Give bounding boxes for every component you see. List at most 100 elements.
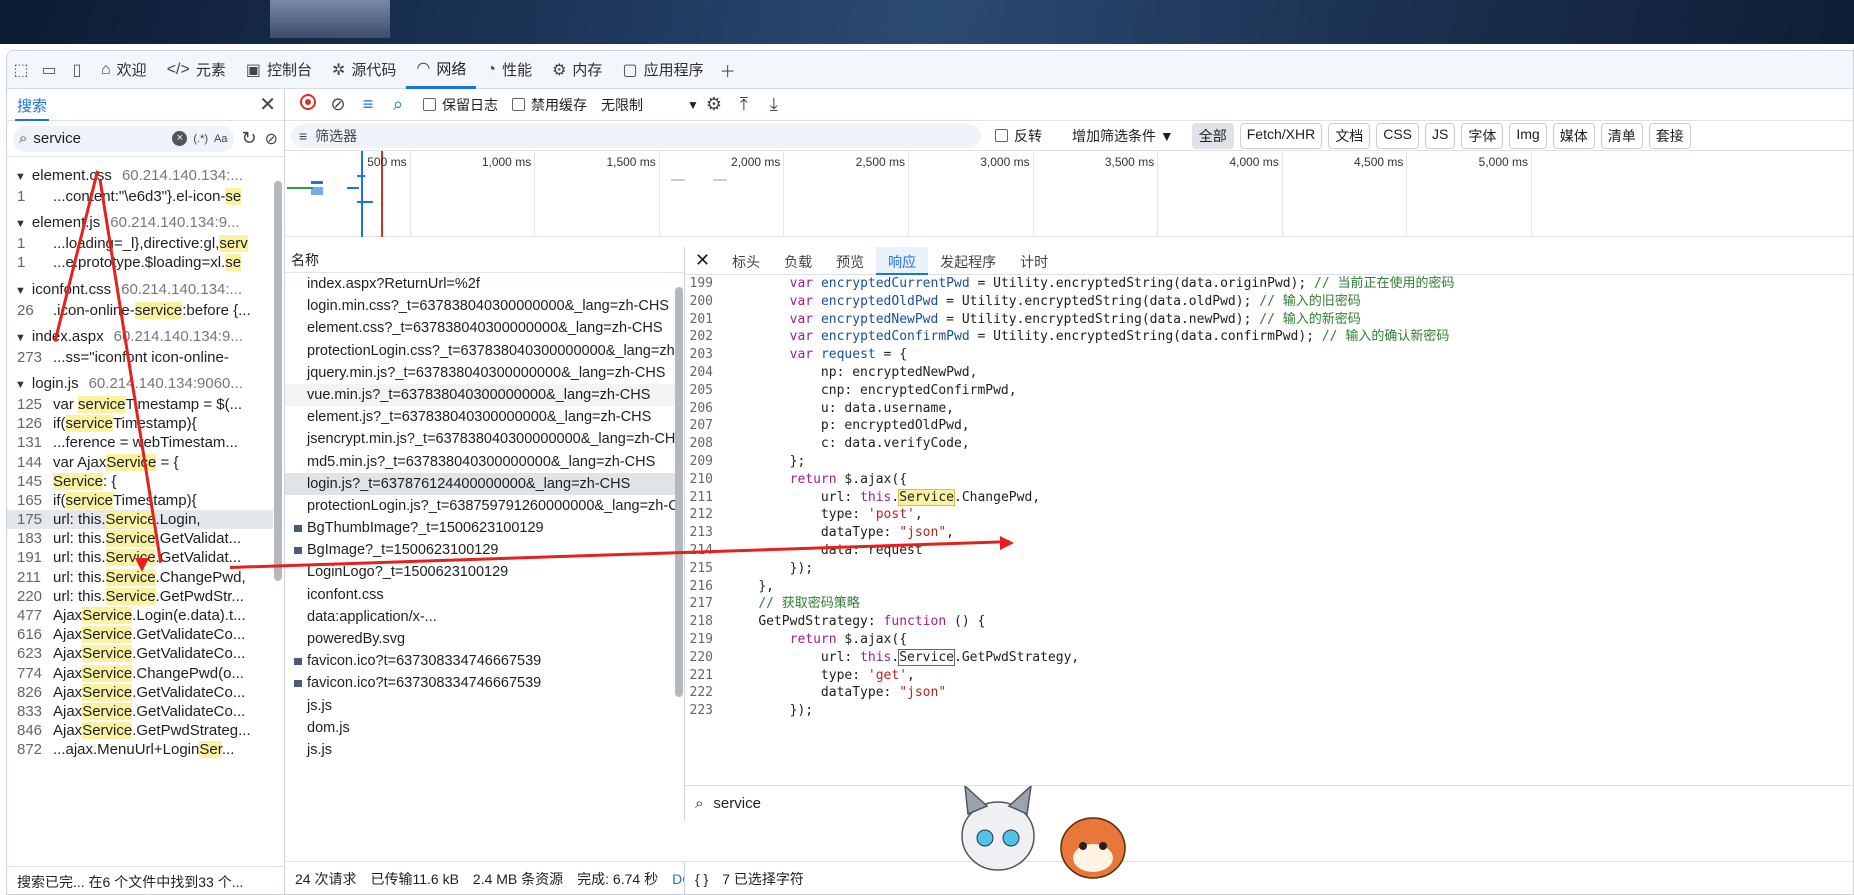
result-file[interactable]: ▼ iconfont.css 60.214.140.134:... [7, 279, 273, 301]
result-line[interactable]: 26 .icon-online-service:before {... [7, 301, 273, 320]
tab-bug[interactable]: ✲ 源代码 [322, 51, 406, 89]
clear-icon[interactable]: ⊘ [323, 94, 353, 115]
add-tab-icon[interactable]: ＋ [714, 51, 742, 89]
request-row[interactable]: login.min.css?_t=637838040300000000&_lan… [285, 295, 675, 317]
request-row[interactable]: element.css?_t=637838040300000000&_lang=… [285, 317, 675, 339]
search-input[interactable]: ⌕ service × (.*) Aa [13, 125, 234, 152]
download-icon[interactable]: ⤓ [759, 94, 789, 115]
request-list-scrollbar[interactable] [675, 271, 683, 819]
type-filter-chip[interactable]: Img [1509, 122, 1547, 149]
request-row[interactable]: js.js [285, 739, 675, 761]
preserve-log-checkbox[interactable]: 保留日志 [423, 95, 498, 115]
request-row[interactable]: login.js?_t=637876124400000000&_lang=zh-… [285, 472, 675, 495]
refresh-icon[interactable]: ↻ [242, 128, 257, 149]
network-conditions-icon[interactable]: ⚙ [699, 94, 729, 115]
request-row[interactable]: jsencrypt.min.js?_t=637838040300000000&_… [285, 428, 675, 450]
tab-wifi[interactable]: ◠ 网络 [406, 51, 477, 89]
record-icon[interactable] [293, 94, 323, 115]
close-icon[interactable]: ✕ [259, 92, 276, 117]
response-tab[interactable]: 发起程序 [928, 247, 1008, 275]
type-filter-chip[interactable]: 字体 [1461, 122, 1504, 149]
type-filter-chip[interactable]: 清单 [1600, 122, 1643, 149]
triangle-down-icon[interactable]: ▼ [15, 171, 26, 183]
result-line[interactable]: 623 AjaxService.GetValidateCo... [7, 644, 273, 663]
result-line[interactable]: 175 url: this.Service.Login, [7, 510, 273, 530]
triangle-down-icon[interactable]: ▼ [15, 218, 26, 230]
result-line[interactable]: 872 ...ajax.MenuUrl+LoginSer... [7, 740, 273, 759]
clear-icon[interactable]: × [172, 131, 188, 146]
request-row[interactable]: BgThumbImage?_t=1500623100129 [285, 517, 675, 539]
response-tab[interactable]: 预览 [824, 247, 876, 275]
result-line[interactable]: 1 ...content:"\e6d3"}.el-icon-se [7, 187, 273, 206]
request-row[interactable]: protectionLogin.css?_t=63783804030000000… [285, 340, 675, 362]
search-icon[interactable]: ⌕ [383, 94, 413, 115]
request-row[interactable]: vue.min.js?_t=637838040300000000&_lang=z… [285, 383, 675, 407]
pretty-print-icon[interactable]: { } [695, 871, 708, 887]
result-line[interactable]: 165 if(serviceTimestamp){ [7, 491, 273, 510]
response-tab[interactable]: 计时 [1008, 247, 1060, 275]
inspect-icon[interactable]: ⬚ [7, 51, 35, 89]
dock-icon[interactable]: ▯ [63, 51, 91, 89]
result-line[interactable]: 145 Service: { [7, 472, 273, 491]
result-line[interactable]: 1 ...e.prototype.$loading=xl.se [7, 253, 273, 272]
result-line[interactable]: 477 AjaxService.Login(e.data).t... [7, 606, 273, 625]
search-tab[interactable]: 搜索 [15, 89, 50, 121]
request-row[interactable]: favicon.ico?t=637308334746667539 [285, 672, 675, 694]
close-icon[interactable]: ✕ [685, 250, 720, 271]
request-row[interactable]: js.js [285, 695, 675, 717]
regex-toggle[interactable]: (.*) [193, 133, 208, 145]
response-tab[interactable]: 标头 [720, 247, 772, 275]
case-toggle[interactable]: Aa [214, 133, 227, 145]
result-line[interactable]: 273 ...ss="iconfont icon-online- [7, 348, 273, 367]
throttle-select[interactable]: 无限制 [601, 95, 681, 115]
triangle-down-icon[interactable]: ▼ [15, 379, 26, 391]
request-row[interactable]: favicon.ico?t=637308334746667539 [285, 650, 675, 672]
type-filter-chip[interactable]: 全部 [1191, 122, 1234, 149]
upload-icon[interactable]: ⤒ [729, 94, 759, 115]
result-line[interactable]: 220 url: this.Service.GetPwdStr... [7, 587, 273, 606]
search-query[interactable]: service [33, 130, 172, 147]
request-row[interactable]: md5.min.js?_t=637838040300000000&_lang=z… [285, 451, 675, 473]
response-tab[interactable]: 响应 [876, 246, 929, 275]
type-filter-chip[interactable]: Fetch/XHR [1239, 122, 1323, 149]
result-line[interactable]: 125 var serviceTimestamp = $(... [7, 395, 273, 414]
triangle-down-icon[interactable]: ▼ [15, 332, 26, 344]
request-row[interactable]: data:application/x-... [285, 606, 675, 628]
triangle-down-icon[interactable]: ▼ [15, 285, 26, 297]
tab-console[interactable]: ▣ 控制台 [236, 51, 322, 89]
tab-home[interactable]: ⌂ 欢迎 [91, 51, 157, 89]
more-filters-dropdown[interactable]: 增加筛选条件 ▼ [1072, 126, 1174, 146]
filter-icon[interactable]: ≡ [353, 94, 383, 115]
result-line[interactable]: 826 AjaxService.GetValidateCo... [7, 683, 273, 702]
tab-memory[interactable]: ⚙ 内存 [542, 51, 612, 89]
tab-gauge[interactable]: ◔ 性能 [476, 51, 542, 89]
invert-checkbox[interactable]: 反转 [995, 126, 1042, 146]
type-filter-chip[interactable]: 套接 [1648, 122, 1691, 149]
result-file[interactable]: ▼ index.aspx 60.214.140.134:9... [7, 326, 273, 348]
disable-cache-checkbox[interactable]: 禁用缓存 [512, 95, 587, 115]
result-line[interactable]: 144 var AjaxService = { [7, 453, 273, 472]
tab-code[interactable]: </> 元素 [157, 51, 236, 89]
result-file[interactable]: ▼ login.js 60.214.140.134:9060... [7, 373, 273, 395]
result-line[interactable]: 774 AjaxService.ChangePwd(o... [7, 664, 273, 683]
result-file[interactable]: ▼ element.js 60.214.140.134:9... [7, 212, 273, 234]
code-search-input[interactable]: service [713, 795, 761, 812]
type-filter-chip[interactable]: JS [1425, 122, 1456, 149]
request-row[interactable]: iconfont.css [285, 584, 675, 606]
request-row[interactable]: index.aspx?ReturnUrl=%2f [285, 273, 675, 295]
type-filter-chip[interactable]: 媒体 [1552, 122, 1595, 149]
device-toggle-icon[interactable]: ▭ [35, 51, 63, 89]
result-line[interactable]: 846 AjaxService.GetPwdStrateg... [7, 721, 273, 740]
tab-app[interactable]: ▢ 应用程序 [612, 51, 713, 89]
name-column-header[interactable]: 名称 [285, 247, 684, 273]
request-row[interactable]: jquery.min.js?_t=637838040300000000&_lan… [285, 362, 675, 384]
request-row[interactable]: element.js?_t=637838040300000000&_lang=z… [285, 406, 675, 428]
response-code[interactable]: 199 var encryptedCurrentPwd = Utility.en… [685, 275, 1853, 785]
filter-input[interactable]: ≡ 筛选器 [291, 123, 981, 148]
result-line[interactable]: 1 ...loading=_l},directive:gl,serv [7, 234, 273, 253]
response-tab[interactable]: 负载 [772, 247, 824, 275]
clear-search-icon[interactable]: ⊘ [265, 129, 278, 149]
result-line[interactable]: 183 url: this.Service.GetValidat... [7, 529, 273, 548]
search-scrollbar[interactable] [274, 159, 282, 859]
chevron-down-icon[interactable]: ▼ [687, 98, 699, 112]
